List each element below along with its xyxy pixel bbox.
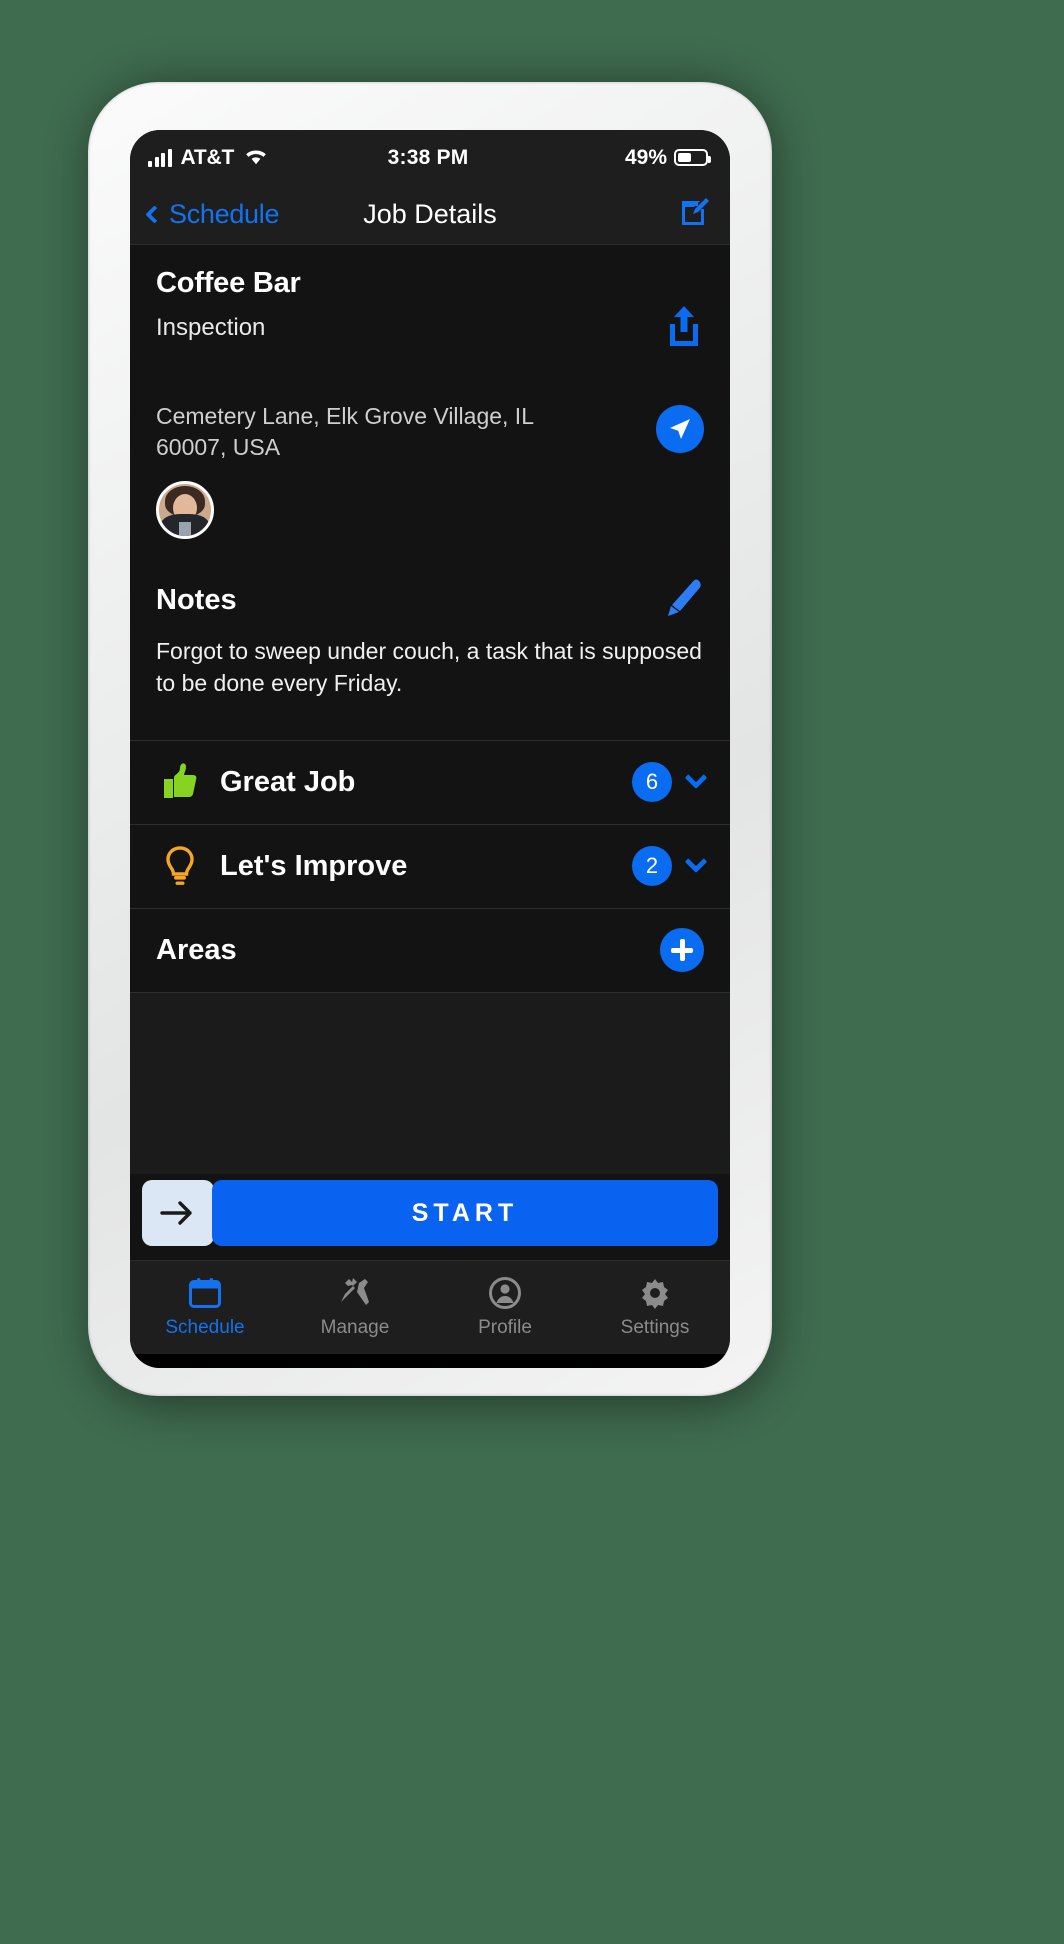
chevron-down-icon[interactable] <box>684 850 708 874</box>
gear-icon <box>642 1278 668 1309</box>
notes-section: Notes Forgot to sweep under couch, a tas… <box>130 539 730 699</box>
tab-profile[interactable]: Profile <box>430 1276 580 1339</box>
tab-bar: Schedule Manage Profile Settings <box>130 1260 730 1354</box>
job-details-content: Coffee Bar Inspection Cemetery Lane, Elk… <box>130 245 730 1260</box>
tab-label: Manage <box>320 1316 390 1338</box>
calendar-icon <box>189 1277 221 1308</box>
tab-manage[interactable]: Manage <box>280 1277 430 1339</box>
address-line-2: 60007, USA <box>156 434 281 461</box>
tab-label: Profile <box>478 1316 532 1338</box>
edit-square-icon <box>682 198 709 225</box>
chevron-left-icon <box>145 205 164 224</box>
status-bar: AT&T 3:38 PM 49% <box>130 130 730 185</box>
start-button[interactable]: START <box>212 1180 718 1246</box>
start-bar: START <box>130 1174 730 1260</box>
areas-label: Areas <box>156 933 237 966</box>
section-areas[interactable]: Areas <box>130 907 730 992</box>
arrow-right-icon <box>160 1201 192 1225</box>
address-line-1: Cemetery Lane, Elk Grove Village, IL <box>156 403 534 429</box>
job-title: Coffee Bar <box>156 267 301 299</box>
back-button-label: Schedule <box>169 199 280 229</box>
android-nav-bar <box>130 1354 730 1368</box>
share-upload-icon <box>670 306 698 346</box>
navigate-button[interactable] <box>656 405 704 453</box>
section-great-job[interactable]: Great Job 6 <box>130 739 730 824</box>
share-button[interactable] <box>664 304 704 353</box>
section-trailing: 2 <box>632 846 708 887</box>
job-address: Cemetery Lane, Elk Grove Village, IL 600… <box>156 401 534 463</box>
back-button[interactable]: Schedule <box>145 199 280 230</box>
pencil-icon <box>668 579 701 617</box>
status-bar-left: AT&T <box>148 146 388 170</box>
thumbs-up-icon <box>156 760 204 804</box>
edit-notes-button[interactable] <box>658 575 704 626</box>
address-row: Cemetery Lane, Elk Grove Village, IL 600… <box>156 401 704 463</box>
person-circle-icon <box>489 1276 521 1309</box>
tab-label: Settings <box>620 1316 690 1338</box>
phone-screen: AT&T 3:38 PM 49% Schedule Job Details Co… <box>130 130 730 1368</box>
plus-circle-icon[interactable] <box>660 928 704 973</box>
notes-title: Notes <box>156 584 237 617</box>
tab-settings[interactable]: Settings <box>580 1277 730 1339</box>
chevron-down-icon[interactable] <box>684 766 708 790</box>
start-arrow-chip[interactable] <box>142 1180 214 1246</box>
job-subtitle-row: Inspection <box>156 300 704 353</box>
clock-label: 3:38 PM <box>387 145 469 169</box>
tab-schedule[interactable]: Schedule <box>130 1277 280 1339</box>
section-lets-improve[interactable]: Let's Improve 2 <box>130 823 730 908</box>
avatar[interactable] <box>156 481 214 540</box>
carrier-label: AT&T <box>180 145 235 169</box>
navigation-bar: Schedule Job Details <box>130 185 730 245</box>
section-trailing: 6 <box>632 762 708 803</box>
job-summary-card: Coffee Bar Inspection Cemetery Lane, Elk… <box>130 245 730 540</box>
wifi-icon <box>243 146 269 170</box>
cellular-bars-icon <box>148 148 172 167</box>
status-badge: 2 <box>632 846 672 887</box>
status-bar-right: 49% <box>468 145 712 170</box>
areas-trailing <box>660 928 704 973</box>
areas-empty-body <box>130 991 730 1192</box>
notes-body: Forgot to sweep under couch, a task that… <box>156 638 702 696</box>
tab-label: Schedule <box>165 1316 245 1338</box>
status-badge: 6 <box>632 762 672 803</box>
lightbulb-icon <box>156 844 204 888</box>
screenshot-stage: AT&T 3:38 PM 49% Schedule Job Details Co… <box>0 0 1064 1944</box>
section-label: Let's Improve <box>220 849 408 882</box>
battery-icon <box>674 149 712 166</box>
job-subtitle: Inspection <box>156 314 266 341</box>
edit-job-button[interactable] <box>678 195 712 234</box>
battery-percent-label: 49% <box>624 145 668 169</box>
navigation-arrow-icon <box>670 419 690 439</box>
notes-header: Notes <box>156 575 704 626</box>
section-label: Great Job <box>220 765 356 798</box>
tools-icon <box>341 1277 369 1305</box>
